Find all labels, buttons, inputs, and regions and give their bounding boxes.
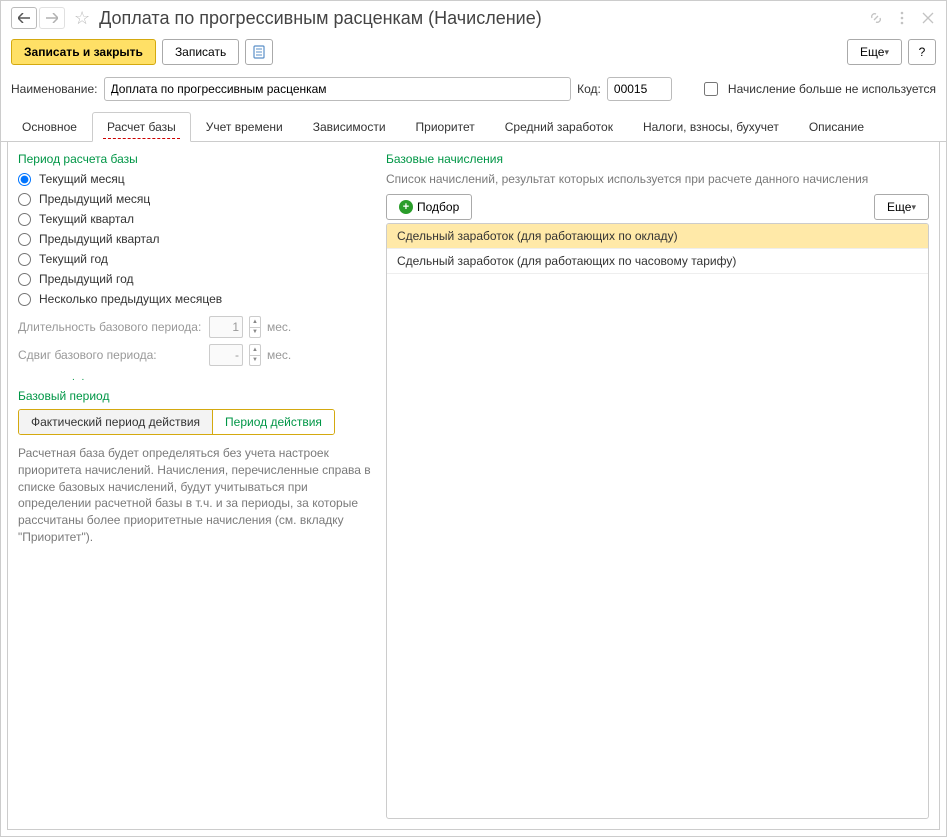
tab-deps[interactable]: Зависимости xyxy=(298,112,401,142)
base-accruals-header: Базовые начисления xyxy=(386,152,929,166)
period-radio-list: Текущий месяц Предыдущий месяц Текущий к… xyxy=(18,172,374,306)
radio-several-months[interactable]: Несколько предыдущих месяцев xyxy=(18,292,374,306)
name-input[interactable] xyxy=(104,77,572,101)
radio-prev-quarter[interactable]: Предыдущий квартал xyxy=(18,232,374,246)
dotted-separator: . . xyxy=(72,372,374,383)
length-param-row: Длительность базового периода: ▲▼ мес. xyxy=(18,316,374,338)
tab-desc[interactable]: Описание xyxy=(794,112,879,142)
shift-input[interactable] xyxy=(209,344,243,366)
more-button[interactable]: Еще xyxy=(847,39,902,65)
pick-button[interactable]: + Подбор xyxy=(386,194,472,220)
radio-prev-year[interactable]: Предыдущий год xyxy=(18,272,374,286)
list-item[interactable]: Сдельный заработок (для работающих по ок… xyxy=(387,224,928,249)
save-and-close-button[interactable]: Записать и закрыть xyxy=(11,39,156,65)
window-title: Доплата по прогрессивным расценкам (Начи… xyxy=(99,8,862,29)
tab-main[interactable]: Основное xyxy=(7,112,92,142)
name-label: Наименование: xyxy=(11,82,98,96)
length-input[interactable] xyxy=(209,316,243,338)
code-label: Код: xyxy=(577,82,601,96)
report-button[interactable] xyxy=(245,39,273,65)
tabs: Основное Расчет базы Учет времени Зависи… xyxy=(1,111,946,142)
shift-spinner[interactable]: ▲▼ xyxy=(249,344,261,366)
radio-current-year[interactable]: Текущий год xyxy=(18,252,374,266)
tab-avg[interactable]: Средний заработок xyxy=(490,112,628,142)
list-item[interactable]: Сдельный заработок (для работающих по ча… xyxy=(387,249,928,274)
accruals-list[interactable]: Сдельный заработок (для работающих по ок… xyxy=(386,223,929,819)
tab-time[interactable]: Учет времени xyxy=(191,112,298,142)
nav-back-button[interactable] xyxy=(11,7,37,29)
code-input[interactable] xyxy=(607,77,672,101)
unused-label: Начисление больше не используется xyxy=(728,82,936,96)
save-button[interactable]: Записать xyxy=(162,39,239,65)
toggle-validity-period[interactable]: Период действия xyxy=(212,410,334,434)
unused-checkbox[interactable] xyxy=(704,82,718,96)
kebab-menu-icon[interactable] xyxy=(894,10,910,26)
tab-base[interactable]: Расчет базы xyxy=(92,112,191,142)
link-icon[interactable] xyxy=(868,10,884,26)
close-icon[interactable] xyxy=(920,10,936,26)
length-unit: мес. xyxy=(267,320,291,334)
length-label: Длительность базового периода: xyxy=(18,320,203,334)
content-area: Период расчета базы Текущий месяц Предыд… xyxy=(7,142,940,830)
form-header-row: Наименование: Код: Начисление больше не … xyxy=(1,73,946,111)
length-spinner[interactable]: ▲▼ xyxy=(249,316,261,338)
favorite-star-icon[interactable]: ☆ xyxy=(74,8,90,29)
shift-param-row: Сдвиг базового периода: ▲▼ мес. xyxy=(18,344,374,366)
left-column: Период расчета базы Текущий месяц Предыд… xyxy=(18,152,374,819)
shift-unit: мес. xyxy=(267,348,291,362)
shift-label: Сдвиг базового периода: xyxy=(18,348,203,362)
nav-buttons xyxy=(11,7,65,29)
titlebar: ☆ Доплата по прогрессивным расценкам (На… xyxy=(1,1,946,35)
help-text: Расчетная база будет определяться без уч… xyxy=(18,445,374,546)
tab-tax[interactable]: Налоги, взносы, бухучет xyxy=(628,112,794,142)
base-period-toggle: Фактический период действия Период дейст… xyxy=(18,409,335,435)
right-column: Базовые начисления Список начислений, ре… xyxy=(386,152,929,819)
plus-icon: + xyxy=(399,200,413,214)
list-more-button[interactable]: Еще xyxy=(874,194,929,220)
radio-current-month[interactable]: Текущий месяц xyxy=(18,172,374,186)
radio-prev-month[interactable]: Предыдущий месяц xyxy=(18,192,374,206)
radio-current-quarter[interactable]: Текущий квартал xyxy=(18,212,374,226)
toggle-actual-period[interactable]: Фактический период действия xyxy=(19,410,212,434)
base-accruals-desc: Список начислений, результат которых исп… xyxy=(386,172,929,186)
toolbar: Записать и закрыть Записать Еще ? xyxy=(1,35,946,73)
help-button[interactable]: ? xyxy=(908,39,936,65)
base-period-header: Базовый период xyxy=(18,389,374,403)
tab-prio[interactable]: Приоритет xyxy=(401,112,490,142)
nav-forward-button[interactable] xyxy=(39,7,65,29)
period-header: Период расчета базы xyxy=(18,152,374,166)
list-toolbar: + Подбор Еще xyxy=(386,194,929,220)
